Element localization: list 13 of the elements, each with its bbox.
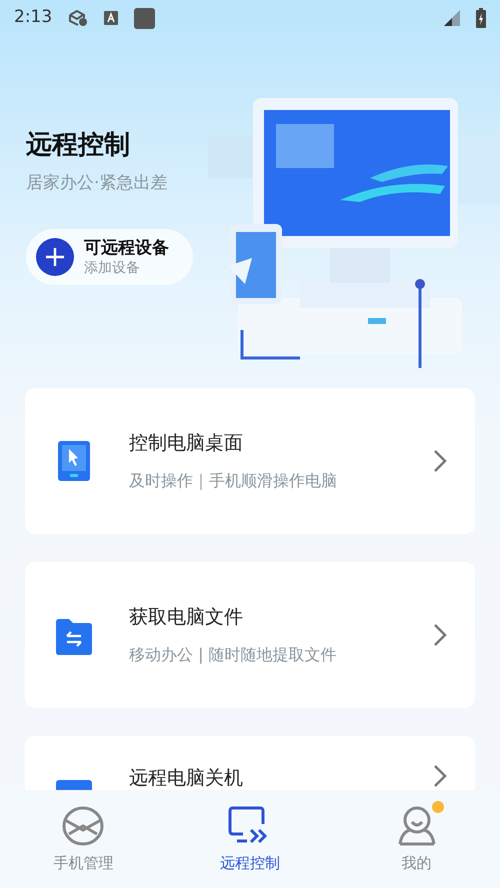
feature-card[interactable]: 获取电脑文件 移动办公 | 随时随地提取文件 [25, 562, 475, 708]
nav-tab[interactable]: 远程控制 [166, 790, 334, 888]
feature-title: 获取电脑文件 [129, 604, 244, 630]
feature-subtitle: 移动办公 | 随时随地提取文件 [129, 644, 338, 666]
feature-card[interactable]: 控制电脑桌面 及时操作｜手机顺滑操作电脑 [25, 388, 475, 534]
feature-card[interactable]: 远程电脑关机 [25, 736, 475, 790]
page-subtitle: 居家办公·紧急出差 [26, 172, 168, 196]
add-device-button[interactable]: 可远程设备 添加设备 [26, 228, 193, 285]
page-title: 远程控制 [26, 130, 131, 162]
status-time: 2:13 [14, 6, 52, 30]
feature-title: 控制电脑桌面 [129, 430, 244, 456]
feature-subtitle: 及时操作｜手机顺滑操作电脑 [129, 470, 338, 492]
feature-title: 远程电脑关机 [129, 766, 244, 790]
